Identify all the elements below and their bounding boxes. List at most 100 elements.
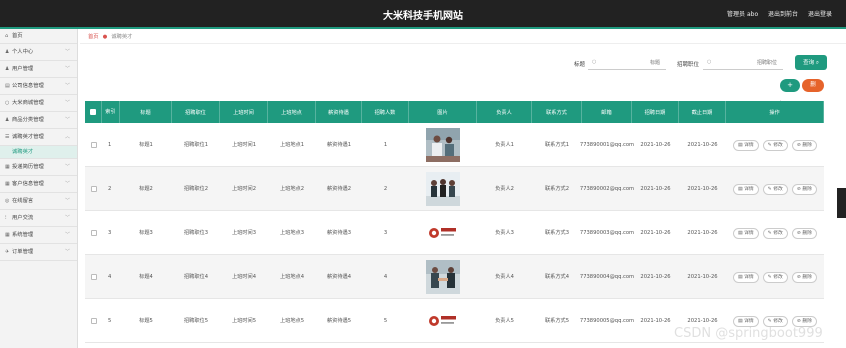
delete-button[interactable]: ⊘ 删除	[791, 183, 817, 195]
cell-pay: 薪资待遇1	[326, 142, 352, 148]
sidebar-item-home[interactable]: ⌂ 首页	[0, 29, 77, 44]
column-header[interactable]: 招聘人数	[362, 101, 409, 123]
sidebar-item[interactable]: ▦ 系统管理 ﹀	[0, 227, 77, 244]
cell-actions: ▤ 详情 ✎ 修改 ⊘ 删除	[726, 123, 824, 167]
cell-pos: 招聘职位5	[183, 318, 209, 324]
detail-button[interactable]: ▤ 详情	[733, 227, 759, 239]
edit-button[interactable]: ✎ 修改	[762, 139, 788, 151]
column-header[interactable]: 索引	[102, 101, 120, 123]
edit-button[interactable]: ✎ 修改	[762, 315, 788, 327]
column-header[interactable]: 负责人	[477, 101, 532, 123]
job-image	[409, 255, 477, 299]
chevron-down-icon: ﹀	[64, 198, 70, 204]
table-row: 3 标题3 招聘职位3 上班时间3 上班地点3 薪资待遇3 3 负责人3 联系方式3 773890…	[85, 211, 824, 255]
job-image	[409, 211, 477, 255]
sidebar-item[interactable]: ✈ 订单管理 ﹀	[0, 244, 77, 261]
row-checkbox[interactable]	[85, 299, 102, 343]
breadcrumb-home[interactable]: 首页	[88, 34, 99, 40]
column-header[interactable]: 联系方式	[532, 101, 582, 123]
sidebar-subitem-recruit[interactable]: 诚聘英才	[0, 146, 77, 159]
sidebar-item[interactable]: ▤ 公司信息管理 ﹀	[0, 78, 77, 95]
add-button[interactable]: +	[780, 79, 800, 92]
cell-phone: 联系方式4	[544, 274, 570, 280]
edit-button[interactable]: ✎ 修改	[762, 227, 788, 239]
delete-button[interactable]: ⊘ 删除	[791, 271, 817, 283]
cell-pos: 招聘职位2	[183, 186, 209, 192]
batch-delete-button[interactable]: 删	[802, 79, 824, 92]
cell-email: 773890005@qq.com	[579, 318, 635, 324]
sidebar-item[interactable]: ◎ 在线留言 ﹀	[0, 193, 77, 210]
delete-button[interactable]: ⊘ 删除	[791, 139, 817, 151]
top-bar: 大米科技手机网站 管理员 abo 退出到前台 退出登录	[0, 0, 846, 27]
cell-end: 2021-10-26	[687, 142, 718, 148]
search-button[interactable]: 查询 ⌕	[795, 55, 827, 70]
cell-time: 上班时间5	[231, 318, 257, 324]
row-checkbox[interactable]	[85, 123, 102, 167]
cell-time: 上班时间2	[231, 186, 257, 192]
cell-end: 2021-10-26	[687, 230, 718, 236]
cell-contact: 负责人4	[495, 274, 514, 280]
cell-pay: 薪资待遇5	[326, 318, 352, 324]
column-header[interactable]: 薪资待遇	[316, 101, 362, 123]
select-all-checkbox[interactable]	[85, 101, 102, 123]
cell-contact: 负责人2	[495, 186, 514, 192]
column-header[interactable]: 图片	[409, 101, 477, 123]
sidebar-item[interactable]: ☰ 诚聘英才管理 ︿	[0, 129, 77, 146]
sidebar-item-label: 诚聘英才管理	[12, 134, 44, 140]
back-to-front-link[interactable]: 退出到前台	[768, 11, 798, 18]
sidebar-item[interactable]: ♟ 用户管理 ﹀	[0, 61, 77, 78]
edit-button[interactable]: ✎ 修改	[762, 183, 788, 195]
chevron-down-icon: ︿	[64, 134, 70, 140]
search-title-label: 标题	[574, 62, 586, 68]
cell-title: 标题5	[139, 318, 153, 324]
delete-button[interactable]: ⊘ 删除	[791, 227, 817, 239]
user-area: 管理员 abo 退出到前台 退出登录	[719, 9, 832, 18]
cell-idx: 5	[108, 318, 112, 324]
cell-date: 2021-10-26	[640, 230, 671, 236]
cell-email: 773890004@qq.com	[579, 274, 635, 280]
column-header[interactable]: 上班地点	[268, 101, 316, 123]
row-checkbox[interactable]	[85, 167, 102, 211]
column-header[interactable]: 招聘职位	[172, 101, 220, 123]
edit-button[interactable]: ✎ 修改	[762, 271, 788, 283]
sidebar-item[interactable]: ▦ 投递简历管理 ﹀	[0, 159, 77, 176]
delete-button[interactable]: ⊘ 删除	[791, 315, 817, 327]
sidebar-item[interactable]: ⁝ 用户交流 ﹀	[0, 210, 77, 227]
scrollbar-handle[interactable]	[837, 188, 846, 218]
logout-link[interactable]: 退出登录	[808, 11, 832, 18]
sidebar-item[interactable]: ♟ 商品分类管理 ﹀	[0, 112, 77, 129]
cell-contact: 负责人3	[495, 230, 514, 236]
sidebar-item[interactable]: ♟ 个人中心 ﹀	[0, 44, 77, 61]
chevron-down-icon: ﹀	[64, 164, 70, 170]
column-header[interactable]: 邮箱	[582, 101, 632, 123]
row-checkbox[interactable]	[85, 255, 102, 299]
cell-count: 1	[383, 142, 388, 148]
breadcrumb-current: 诚聘英才	[111, 34, 133, 40]
detail-button[interactable]: ▤ 详情	[733, 271, 759, 283]
cell-email: 773890001@qq.com	[579, 142, 635, 148]
cell-count: 3	[383, 230, 388, 236]
sidebar-item[interactable]: ○ 大米商城管理 ﹀	[0, 95, 77, 112]
search-title-input[interactable]	[588, 56, 666, 70]
column-header[interactable]: 招聘日期	[632, 101, 679, 123]
chat-icon: ⁝	[5, 215, 7, 221]
detail-button[interactable]: ▤ 详情	[733, 183, 759, 195]
column-header[interactable]: 标题	[120, 101, 172, 123]
cell-title: 标题1	[139, 142, 153, 148]
detail-button[interactable]: ▤ 详情	[733, 139, 759, 151]
sidebar-item[interactable]: ▦ 客户信息管理 ﹀	[0, 176, 77, 193]
column-header[interactable]: 截止日期	[679, 101, 726, 123]
search-position-input[interactable]	[703, 56, 783, 70]
sidebar-item-label: 大米商城管理	[12, 100, 44, 106]
column-header[interactable]: 操作	[726, 101, 824, 123]
sidebar-item-label: 客户信息管理	[12, 181, 44, 187]
column-header[interactable]: 上班时间	[220, 101, 268, 123]
resume-icon: ▦	[5, 164, 10, 170]
shop-icon: ○	[5, 100, 10, 106]
cell-actions: ▤ 详情 ✎ 修改 ⊘ 删除	[726, 167, 824, 211]
cell-contact: 负责人5	[495, 318, 514, 324]
detail-button[interactable]: ▤ 详情	[733, 315, 759, 327]
row-checkbox[interactable]	[85, 211, 102, 255]
chevron-down-icon: ﹀	[64, 83, 70, 89]
cell-title: 标题2	[139, 186, 153, 192]
